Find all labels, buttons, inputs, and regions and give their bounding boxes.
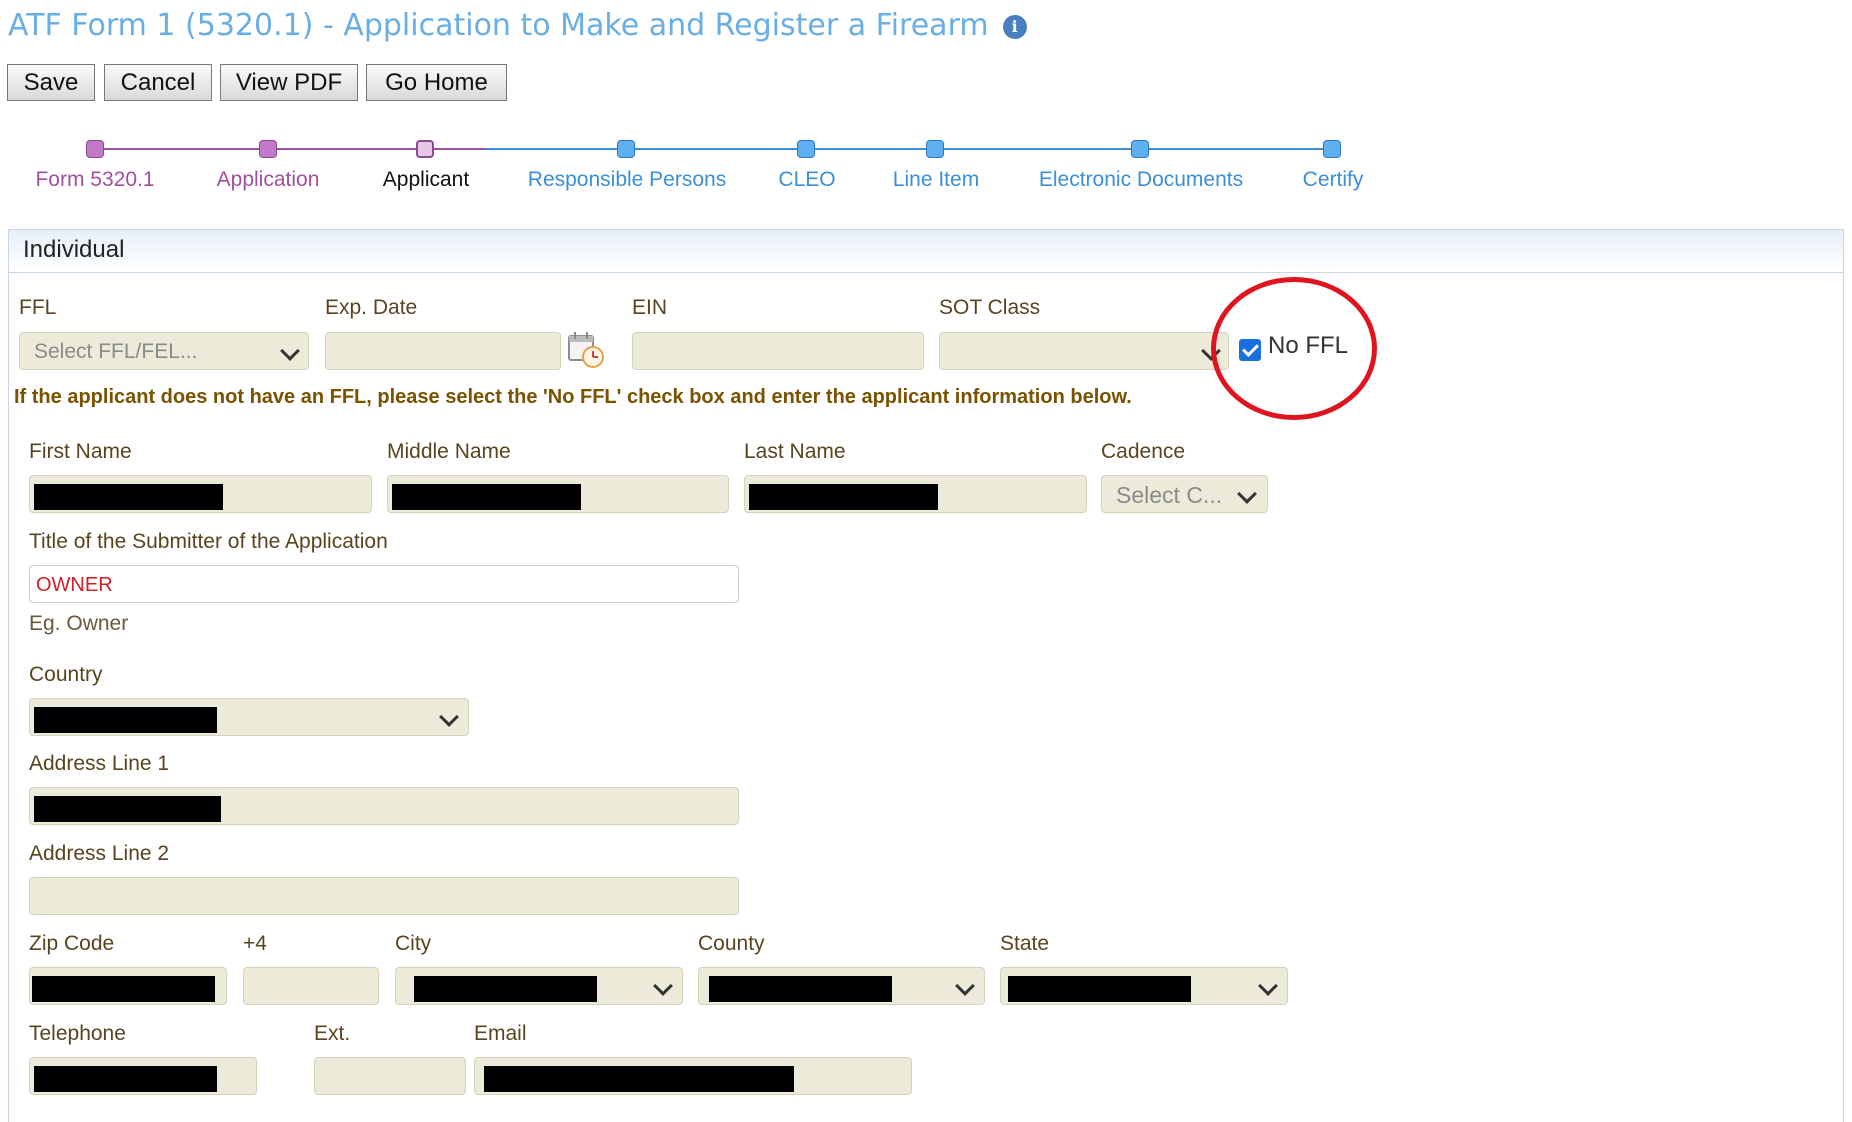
county-label: County	[698, 932, 765, 955]
redacted-block	[1008, 976, 1191, 1002]
ffl-select[interactable]: Select FFL/FEL...	[19, 332, 309, 370]
redacted-block	[749, 484, 938, 510]
plus4-field[interactable]	[243, 967, 379, 1005]
redacted-block	[34, 484, 223, 510]
zip-code-label: Zip Code	[29, 932, 115, 955]
telephone-label: Telephone	[29, 1022, 126, 1045]
stepper-line-pending	[484, 148, 1334, 150]
state-label: State	[1000, 932, 1050, 955]
zip-code-field[interactable]	[29, 967, 227, 1005]
ein-field[interactable]	[632, 332, 924, 370]
redacted-block	[484, 1066, 794, 1092]
city-label: City	[395, 932, 432, 955]
sot-class-select[interactable]	[939, 332, 1229, 370]
stepper-line-current	[430, 148, 486, 150]
no-ffl-notice: If the applicant does not have an FFL, p…	[14, 386, 1132, 408]
country-select[interactable]	[29, 698, 469, 736]
submitter-title-hint: Eg. Owner	[29, 612, 129, 635]
redacted-block	[34, 796, 221, 822]
last-name-label: Last Name	[744, 440, 846, 463]
ext-field[interactable]	[314, 1057, 466, 1095]
chevron-down-icon	[1237, 484, 1257, 504]
ffl-label: FFL	[19, 296, 57, 319]
calendar-clock-icon[interactable]	[566, 330, 606, 370]
cancel-button[interactable]: Cancel	[104, 64, 212, 101]
chevron-down-icon	[280, 341, 300, 361]
telephone-field[interactable]	[29, 1057, 257, 1095]
step-node-documents[interactable]	[1131, 140, 1149, 158]
save-button[interactable]: Save	[7, 64, 95, 101]
step-applicant[interactable]: Applicant	[383, 168, 469, 192]
step-application[interactable]: Application	[217, 168, 320, 192]
info-icon[interactable]: i	[1002, 14, 1027, 39]
city-select[interactable]	[395, 967, 683, 1005]
middle-name-label: Middle Name	[387, 440, 511, 463]
view-pdf-button[interactable]: View PDF	[220, 64, 358, 101]
cadence-select[interactable]: Select C...	[1101, 475, 1268, 513]
chevron-down-icon	[653, 976, 673, 996]
sot-class-label: SOT Class	[939, 296, 1041, 319]
plus4-label: +4	[243, 932, 267, 955]
step-node-cleo[interactable]	[797, 140, 815, 158]
middle-name-field[interactable]	[387, 475, 729, 513]
step-node-application[interactable]	[259, 140, 277, 158]
ext-label: Ext.	[314, 1022, 351, 1045]
country-label: Country	[29, 663, 103, 686]
step-cleo[interactable]: CLEO	[778, 168, 835, 192]
submitter-title-field[interactable]: OWNER	[29, 565, 739, 603]
step-line-item[interactable]: Line Item	[893, 168, 979, 192]
redacted-block	[34, 1066, 217, 1092]
submitter-title-value: OWNER	[36, 574, 113, 596]
highlight-circle	[1211, 277, 1377, 420]
step-node-responsible[interactable]	[617, 140, 635, 158]
redacted-block	[414, 976, 597, 1002]
step-responsible-persons[interactable]: Responsible Persons	[528, 168, 726, 192]
step-node-form[interactable]	[86, 140, 104, 158]
step-form-5320[interactable]: Form 5320.1	[35, 168, 154, 192]
go-home-button[interactable]: Go Home	[366, 64, 507, 101]
chevron-down-icon	[1258, 976, 1278, 996]
redacted-block	[34, 707, 217, 733]
exp-date-field[interactable]	[325, 332, 561, 370]
step-certify[interactable]: Certify	[1303, 168, 1364, 192]
redacted-block	[392, 484, 581, 510]
redacted-block	[32, 976, 215, 1002]
state-select[interactable]	[1000, 967, 1288, 1005]
page-title-text: ATF Form 1 (5320.1) - Application to Mak…	[8, 8, 989, 43]
address-line-1-field[interactable]	[29, 787, 739, 825]
submitter-title-label: Title of the Submitter of the Applicatio…	[29, 530, 388, 553]
address-line-2-field[interactable]	[29, 877, 739, 915]
email-label: Email	[474, 1022, 527, 1045]
address-line-1-label: Address Line 1	[29, 752, 170, 775]
redacted-block	[709, 976, 892, 1002]
ffl-select-value: Select FFL/FEL...	[34, 340, 198, 363]
step-electronic-documents[interactable]: Electronic Documents	[1039, 168, 1243, 192]
first-name-label: First Name	[29, 440, 132, 463]
chevron-down-icon	[439, 707, 459, 727]
cadence-label: Cadence	[1101, 440, 1186, 463]
exp-date-label: Exp. Date	[325, 296, 418, 319]
first-name-field[interactable]	[29, 475, 372, 513]
chevron-down-icon	[955, 976, 975, 996]
email-field[interactable]	[474, 1057, 912, 1095]
panel-title: Individual	[23, 236, 125, 263]
county-select[interactable]	[698, 967, 985, 1005]
ein-label: EIN	[632, 296, 668, 319]
step-node-line-item[interactable]	[926, 140, 944, 158]
last-name-field[interactable]	[744, 475, 1087, 513]
step-node-applicant[interactable]	[416, 140, 434, 158]
page-title: ATF Form 1 (5320.1) - Application to Mak…	[8, 4, 1027, 48]
panel-header	[9, 230, 1843, 273]
address-line-2-label: Address Line 2	[29, 842, 170, 865]
step-node-certify[interactable]	[1323, 140, 1341, 158]
cadence-select-value: Select C...	[1116, 482, 1223, 508]
